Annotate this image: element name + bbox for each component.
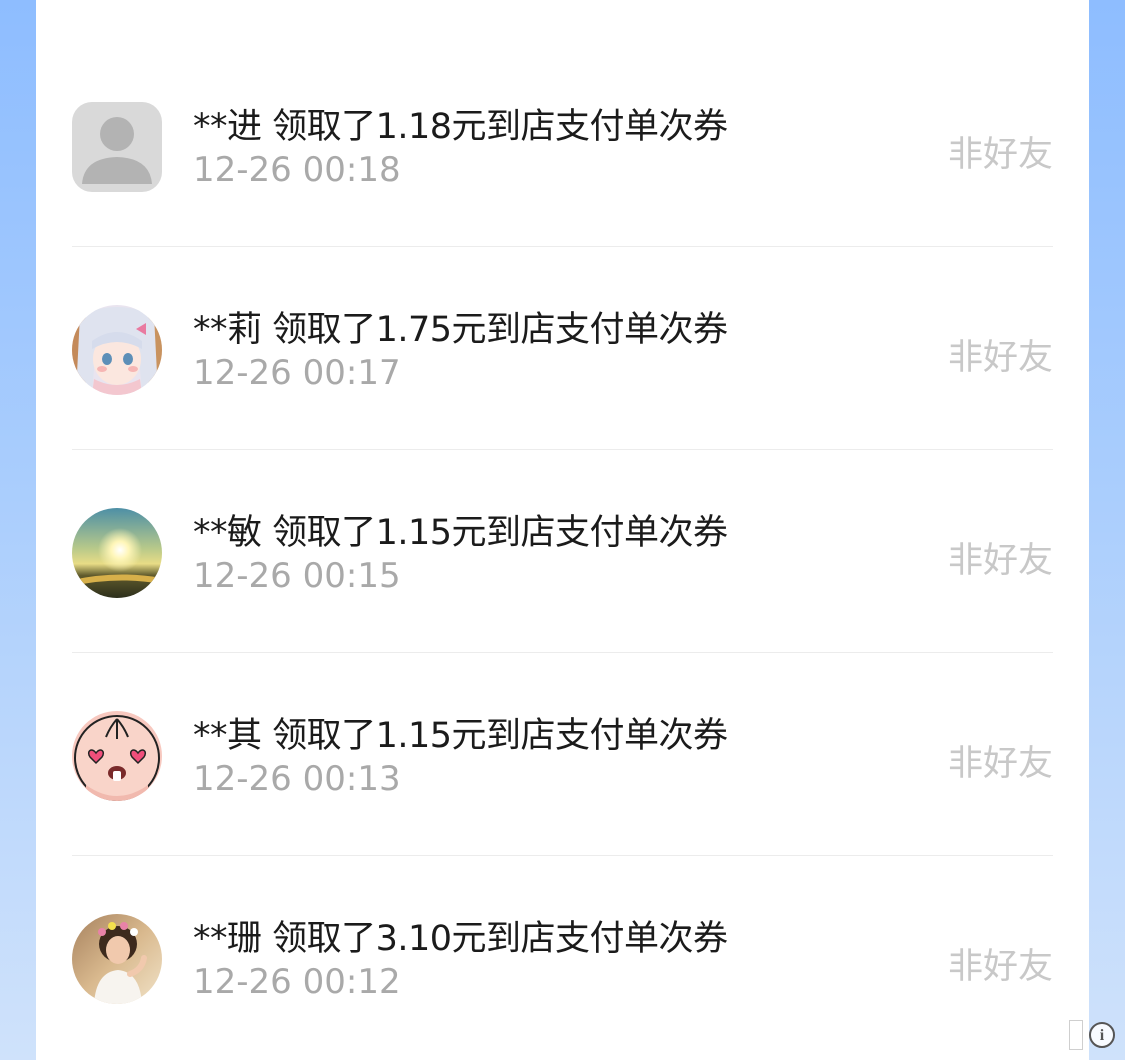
list-item[interactable]: **珊 领取了3.10元到店支付单次券 12-26 00:12 非好友 [72, 856, 1053, 1059]
portrait-photo-avatar [72, 914, 162, 1004]
watermark-badge: i [1069, 1018, 1115, 1052]
record-message: **进 领取了1.18元到店支付单次券 [193, 107, 728, 147]
list-item[interactable]: **进 领取了1.18元到店支付单次券 12-26 00:18 非好友 [72, 44, 1053, 247]
friend-status-label: 非好友 [947, 744, 1053, 784]
list-item[interactable]: **敏 领取了1.15元到店支付单次券 12-26 00:15 非好友 [72, 450, 1053, 653]
friend-status-label: 非好友 [947, 338, 1053, 378]
friend-status-label: 非好友 [947, 135, 1053, 175]
record-message: **珊 领取了3.10元到店支付单次券 [193, 919, 728, 959]
coupon-record-list: **进 领取了1.18元到店支付单次券 12-26 00:18 非好友 **莉 … [72, 44, 1053, 1059]
record-message: **敏 领取了1.15元到店支付单次券 [193, 513, 728, 553]
record-time: 12-26 00:12 [193, 962, 401, 1002]
list-item[interactable]: **其 领取了1.15元到店支付单次券 12-26 00:13 非好友 [72, 653, 1053, 856]
watermark-bar-icon [1069, 1020, 1083, 1050]
anime-girl-avatar [72, 305, 162, 395]
cartoon-face-avatar [72, 711, 162, 801]
records-card: **进 领取了1.18元到店支付单次券 12-26 00:18 非好友 **莉 … [36, 0, 1089, 1060]
record-time: 12-26 00:17 [193, 353, 401, 393]
list-item[interactable]: **莉 领取了1.75元到店支付单次券 12-26 00:17 非好友 [72, 247, 1053, 450]
weibo-logo-icon: i [1089, 1022, 1115, 1048]
record-message: **其 领取了1.15元到店支付单次券 [193, 716, 728, 756]
friend-status-label: 非好友 [947, 947, 1053, 987]
friend-status-label: 非好友 [947, 541, 1053, 581]
record-message: **莉 领取了1.75元到店支付单次券 [193, 310, 728, 350]
sunset-landscape-avatar [72, 508, 162, 598]
record-time: 12-26 00:13 [193, 759, 401, 799]
record-time: 12-26 00:15 [193, 556, 401, 596]
record-time: 12-26 00:18 [193, 150, 401, 190]
default-avatar-icon [72, 102, 162, 192]
